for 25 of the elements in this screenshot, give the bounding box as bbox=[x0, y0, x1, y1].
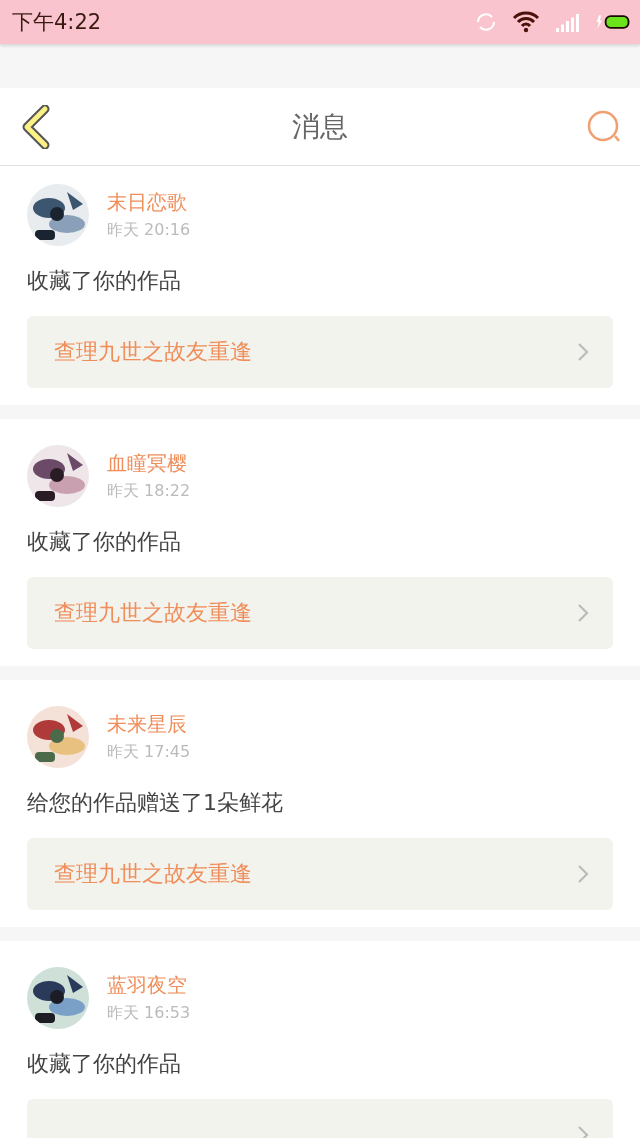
user-name[interactable]: 未来星辰 bbox=[107, 711, 191, 738]
message-text: 给您的作品赠送了1朵鲜花 bbox=[27, 789, 284, 817]
back-icon bbox=[21, 104, 51, 149]
page-title: 消息 bbox=[292, 108, 348, 145]
message-text: 收藏了你的作品 bbox=[27, 267, 182, 295]
battery-icon bbox=[596, 12, 630, 32]
status-time: 下午4:22 bbox=[12, 9, 103, 36]
message-time: 昨天 16:53 bbox=[107, 1003, 191, 1024]
wifi-icon bbox=[512, 11, 540, 33]
signal-icon bbox=[554, 12, 582, 32]
work-link[interactable]: 查理九世之故友重逢 bbox=[27, 838, 613, 910]
message-time: 昨天 17:45 bbox=[107, 742, 191, 763]
chevron-right-icon bbox=[577, 603, 589, 623]
user-name[interactable]: 血瞳冥樱 bbox=[107, 450, 191, 477]
user-name[interactable]: 蓝羽夜空 bbox=[107, 972, 191, 999]
message-text: 收藏了你的作品 bbox=[27, 1050, 182, 1078]
chevron-right-icon bbox=[577, 864, 589, 884]
message-time: 昨天 20:16 bbox=[107, 220, 191, 241]
message-time: 昨天 18:22 bbox=[107, 481, 191, 502]
sync-icon bbox=[474, 10, 498, 34]
work-link[interactable]: 查理九世之故友重逢 bbox=[27, 316, 613, 388]
work-link[interactable]: 查理九世之故友重逢 bbox=[27, 577, 613, 649]
user-name[interactable]: 末日恋歌 bbox=[107, 189, 191, 216]
chevron-right-icon bbox=[577, 342, 589, 362]
message-text: 收藏了你的作品 bbox=[27, 528, 182, 556]
